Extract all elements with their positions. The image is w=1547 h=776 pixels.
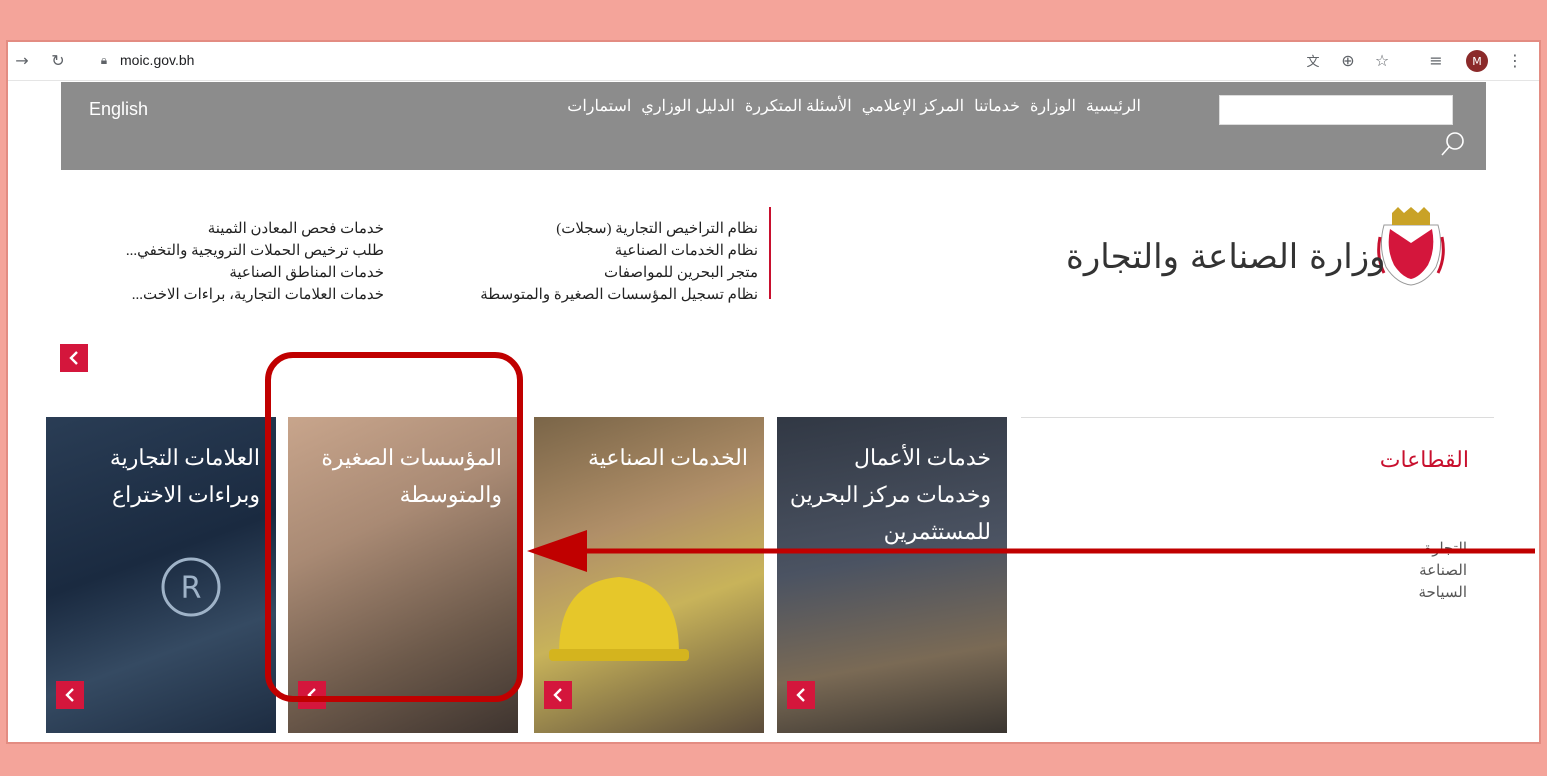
sector-link-tourism[interactable]: السياحة: [1418, 583, 1467, 602]
english-link[interactable]: English: [89, 99, 148, 120]
annotation-arrow-icon: [527, 530, 1535, 572]
bahrain-emblem-icon: [1377, 207, 1445, 286]
address-bar-url[interactable]: moic.gov.bh: [120, 52, 194, 68]
nav-faq[interactable]: الأسئلة المتكررة: [745, 98, 852, 115]
services-column-1: نظام التراخيص التجارية (سجلات) نظام الخد…: [428, 218, 758, 306]
card-business-services[interactable]: خدمات الأعمال وخدمات مركز البحرين للمستث…: [777, 417, 1007, 733]
star-icon[interactable]: ☆: [1372, 50, 1392, 70]
annotation-highlight-box: [265, 352, 523, 702]
card-title: العلامات التجارية وبراءات الاختراع: [109, 445, 260, 507]
forward-icon[interactable]: →: [12, 50, 32, 70]
svg-text:R: R: [181, 571, 202, 606]
reading-list-icon[interactable]: ≡: [1426, 50, 1446, 70]
services-divider: [769, 207, 771, 299]
nav-ministry[interactable]: الوزارة: [1030, 98, 1076, 115]
card-arrow-button[interactable]: [787, 681, 815, 709]
service-link-sme-registration[interactable]: نظام تسجيل المؤسسات الصغيرة والمتوسطة: [428, 284, 758, 306]
nav-forms[interactable]: استمارات: [567, 98, 631, 115]
chevron-left-icon: [69, 351, 78, 365]
sectors-divider: [1021, 417, 1494, 418]
card-arrow-button[interactable]: [56, 681, 84, 709]
lock-icon: 🔒︎: [100, 52, 108, 67]
browser-window: → ↻ 🔒︎ moic.gov.bh 文 ⊕ ☆ ≡ M ⋮ English ا…: [8, 42, 1539, 742]
chevron-left-icon: [65, 688, 74, 702]
registered-trademark-icon: R: [161, 557, 221, 617]
more-menu-icon[interactable]: ⋮: [1507, 50, 1523, 70]
services-column-2: خدمات فحص المعادن الثمينة طلب ترخيص الحم…: [58, 218, 384, 306]
browser-toolbar: → ↻ 🔒︎ moic.gov.bh 文 ⊕ ☆ ≡ M ⋮: [8, 42, 1539, 81]
nav-media-center[interactable]: المركز الإعلامي: [862, 98, 964, 115]
reload-icon[interactable]: ↻: [48, 50, 68, 70]
site-navbar: English الرئيسية الوزارة خدماتنا المركز …: [61, 82, 1486, 170]
nav-services[interactable]: خدماتنا: [974, 98, 1020, 115]
service-link-trademarks[interactable]: خدمات العلامات التجارية، براءات الاخت...: [58, 284, 384, 306]
service-link-promotions[interactable]: طلب ترخيص الحملات الترويجية والتخفي...: [58, 240, 384, 262]
ministry-logo-text: وزارة الصناعة والتجارة: [1066, 237, 1386, 277]
zoom-icon[interactable]: ⊕: [1338, 50, 1358, 70]
nav-home[interactable]: الرئيسية: [1086, 98, 1141, 115]
service-link-industrial-areas[interactable]: خدمات المناطق الصناعية: [58, 262, 384, 284]
chevron-left-icon: [553, 688, 562, 702]
service-link-industrial[interactable]: نظام الخدمات الصناعية: [428, 240, 758, 262]
translate-icon[interactable]: 文: [1303, 50, 1323, 70]
nav-directory[interactable]: الدليل الوزاري: [641, 98, 735, 115]
sectors-title: القطاعات: [1379, 447, 1469, 472]
search-input[interactable]: [1219, 95, 1453, 125]
main-menu: الرئيسية الوزارة خدماتنا المركز الإعلامي…: [401, 96, 1141, 116]
avatar[interactable]: M: [1466, 50, 1488, 72]
chevron-left-icon: [796, 688, 805, 702]
card-trademarks-patents[interactable]: R العلامات التجارية وبراءات الاختراع: [46, 417, 276, 733]
card-arrow-button[interactable]: [544, 681, 572, 709]
service-link-standards-store[interactable]: متجر البحرين للمواصفات: [428, 262, 758, 284]
search-icon[interactable]: [1439, 130, 1467, 158]
service-link-precious-metals[interactable]: خدمات فحص المعادن الثمينة: [58, 218, 384, 240]
service-link-sijilat[interactable]: نظام التراخيص التجارية (سجلات): [428, 218, 758, 240]
card-title: الخدمات الصناعية: [587, 445, 748, 470]
services-more-button[interactable]: [60, 344, 88, 372]
card-industrial-services[interactable]: الخدمات الصناعية: [534, 417, 764, 733]
